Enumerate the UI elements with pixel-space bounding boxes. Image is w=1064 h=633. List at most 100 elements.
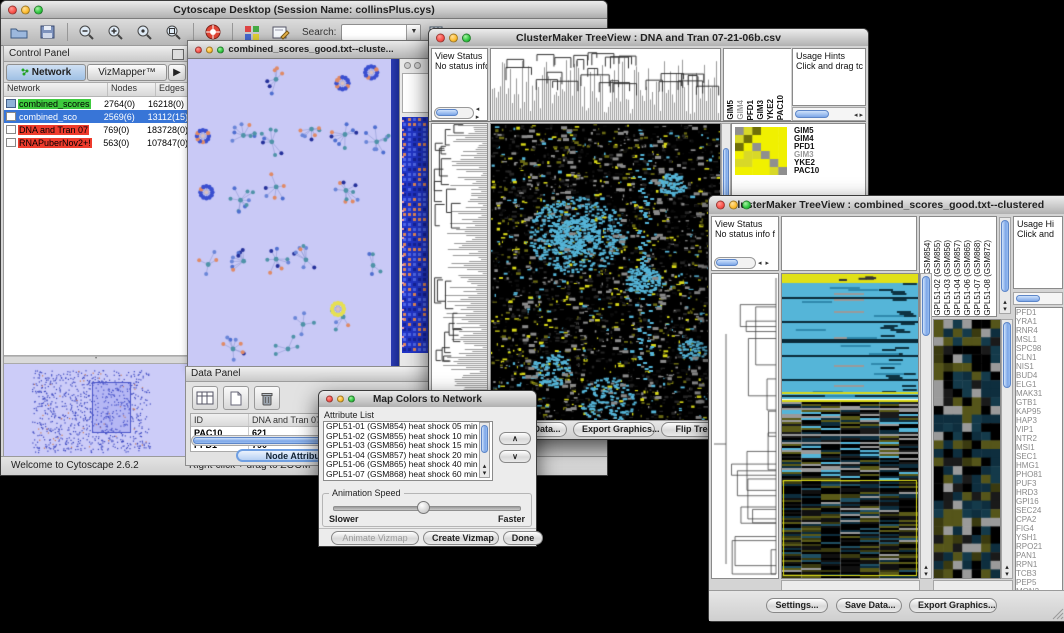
tv2-gene-label[interactable]: GPI16 <box>1016 497 1062 506</box>
tv2-zoom-heatmap-panel[interactable] <box>933 319 1001 579</box>
tv1-right-hscrollbar[interactable]: ◂ ▸ <box>792 107 866 121</box>
new-attribute-button[interactable] <box>223 386 249 410</box>
column-edges[interactable]: Edges <box>156 83 188 96</box>
tab-overflow-button[interactable]: ▶ <box>168 64 186 81</box>
move-up-button[interactable]: ∧ <box>499 432 531 445</box>
tv2-gene-label[interactable]: CLN1 <box>1016 353 1062 362</box>
tv2-column-label[interactable]: GPL51-06 (GSM865) <box>963 240 973 316</box>
network-table-row[interactable]: combined_scores 2764(0) 16218(0) <box>4 97 188 110</box>
network-frame-titlebar[interactable]: combined_scores_good.txt--cluste... <box>188 41 434 59</box>
tv2-column-label[interactable]: GPL51-08 (GSM872) <box>983 240 993 316</box>
tv2-zoom-heatmap-canvas[interactable] <box>934 320 1000 578</box>
search-dropdown-arrow[interactable]: ▼ <box>406 25 420 40</box>
tv2-settings-button[interactable]: Settings... <box>766 598 828 613</box>
tv2-gene-label[interactable]: TCB3 <box>1016 569 1062 578</box>
tv2-column-label[interactable]: GPL51-07 (GSM868) <box>973 240 983 316</box>
tv2-gene-label[interactable]: PFD1 <box>1016 308 1062 317</box>
attribute-list-item[interactable]: GPL51-07 (GSM868) heat shock 60 min <box>324 470 492 480</box>
tv1-column-label[interactable]: PAC10 <box>776 95 786 120</box>
tv1-close-button[interactable] <box>436 33 445 42</box>
overview-divider-handle[interactable]: • <box>4 356 188 364</box>
tv1-column-label[interactable]: PFD1 <box>746 100 756 120</box>
network-overview-canvas[interactable] <box>4 364 186 456</box>
tv1-column-label[interactable]: GIM5 <box>726 100 736 120</box>
tv2-column-label[interactable]: GPL51-04 (GSM857) <box>953 240 963 316</box>
tv2-gene-label[interactable]: PAN1 <box>1016 551 1062 560</box>
tv2-heatmap-canvas[interactable] <box>782 274 918 578</box>
plugin-manager-button[interactable] <box>240 22 264 42</box>
tv2-row-dendrogram-panel[interactable] <box>711 273 779 579</box>
tv2-gene-label[interactable]: MAK31 <box>1016 389 1062 398</box>
tv2-gene-label[interactable]: ELG1 <box>1016 380 1062 389</box>
tv1-view-status-scrollbar[interactable]: ◂ ▸ <box>434 107 487 118</box>
tv1-row-dendrogram-panel[interactable] <box>431 123 488 421</box>
float-panel-icon[interactable] <box>172 49 184 60</box>
create-vizmap-button[interactable]: Create Vizmap <box>423 531 499 545</box>
tv2-gene-label[interactable]: PUF3 <box>1016 479 1062 488</box>
zoom-fit-button[interactable] <box>162 22 186 42</box>
move-down-button[interactable]: ∨ <box>499 450 531 463</box>
tv1-column-label[interactable]: GIM4 <box>736 100 746 120</box>
resize-grip[interactable] <box>1052 608 1064 620</box>
zoom-in-button[interactable] <box>104 22 128 42</box>
select-attributes-button[interactable] <box>192 386 218 410</box>
network-table-row[interactable]: RNAPuberNov2+! 563(0) 107847(0) <box>4 136 188 149</box>
tv2-gene-label[interactable]: RNR4 <box>1016 326 1062 335</box>
tv2-labels-scroll-thumb[interactable] <box>1001 220 1009 292</box>
tv1-zoom-matrix-canvas[interactable] <box>735 127 787 175</box>
save-session-button[interactable] <box>36 22 60 42</box>
open-session-button[interactable] <box>7 22 31 42</box>
tv2-gene-label[interactable]: VIP1 <box>1016 425 1062 434</box>
dialog-minimize-button[interactable] <box>337 396 344 403</box>
tv2-heatmap-panel[interactable] <box>781 273 919 579</box>
tv2-gene-label[interactable]: NIS1 <box>1016 362 1062 371</box>
tv2-gene-label[interactable]: KAP95 <box>1016 407 1062 416</box>
tv2-gene-label[interactable]: CPA2 <box>1016 515 1062 524</box>
frame-window-controls[interactable] <box>195 46 224 53</box>
tv2-gene-label[interactable]: SEC1 <box>1016 452 1062 461</box>
tv1-column-dendrogram-panel[interactable] <box>490 48 721 121</box>
main-titlebar[interactable]: Cytoscape Desktop (Session Name: collins… <box>1 1 607 19</box>
tv1-heatmap-canvas[interactable] <box>491 124 720 420</box>
slider-thumb[interactable] <box>417 501 430 514</box>
tv2-gene-label[interactable]: SPC98 <box>1016 344 1062 353</box>
zoom-selected-button[interactable] <box>133 22 157 42</box>
frame-scroll-strip[interactable] <box>391 59 399 367</box>
tv1-row-dendrogram-canvas[interactable] <box>432 124 487 420</box>
tv2-gene-label[interactable]: GTB1 <box>1016 398 1062 407</box>
network-overview-panel[interactable] <box>4 364 188 456</box>
tv2-gene-label[interactable]: HMG1 <box>1016 461 1062 470</box>
zoom-button[interactable] <box>34 5 43 14</box>
delete-attribute-button[interactable] <box>254 386 280 410</box>
tv2-minimize-button[interactable] <box>729 201 738 210</box>
tv2-close-button[interactable] <box>716 201 725 210</box>
animate-vizmap-button[interactable]: Animate Vizmap <box>331 531 419 545</box>
tv2-heatmap-vscrollbar[interactable]: ▴▾ <box>920 273 932 579</box>
tv2-export-graphics-button[interactable]: Export Graphics... <box>909 598 997 613</box>
tv2-gene-label[interactable]: RPO21 <box>1016 542 1062 551</box>
tv2-row-dendrogram-canvas[interactable] <box>712 274 778 578</box>
tv1-row-label[interactable]: PAC10 <box>794 167 864 175</box>
tv2-heat-scroll-thumb[interactable] <box>922 276 930 336</box>
tv2-gene-label[interactable]: PEP5 <box>1016 578 1062 587</box>
bg-frame-close-button[interactable] <box>404 62 411 69</box>
column-id[interactable]: ID <box>191 414 249 426</box>
treeview1-titlebar[interactable]: ClusterMaker TreeView : DNA and Tran 07-… <box>429 29 868 47</box>
attribute-listbox[interactable]: GPL51-01 (GSM854) heat shock 05 minGPL51… <box>323 421 493 481</box>
minimize-button[interactable] <box>21 5 30 14</box>
tv2-view-status-scrollbar[interactable]: ◂ ▸ <box>714 257 770 268</box>
done-button[interactable]: Done <box>503 531 543 545</box>
tv2-usage-hscrollbar[interactable] <box>1013 292 1063 305</box>
help-button[interactable] <box>201 22 225 42</box>
dialog-titlebar[interactable]: Map Colors to Network <box>319 391 536 408</box>
tv1-zoom-button[interactable] <box>462 33 471 42</box>
column-nodes[interactable]: Nodes <box>108 83 156 96</box>
tv2-column-label[interactable]: GPL51-03 (GSM856) <box>943 240 953 316</box>
tv2-zoom-vscrollbar[interactable]: ▴▾ <box>1001 319 1013 579</box>
tv1-column-dendrogram-canvas[interactable] <box>491 49 720 120</box>
tv2-gene-label[interactable]: HAP3 <box>1016 416 1062 425</box>
column-network[interactable]: Network <box>4 83 108 96</box>
tv2-gene-label[interactable]: PHO81 <box>1016 470 1062 479</box>
tv2-zoom-button[interactable] <box>742 201 751 210</box>
tab-vizmapper[interactable]: VizMapper™ <box>87 64 167 81</box>
